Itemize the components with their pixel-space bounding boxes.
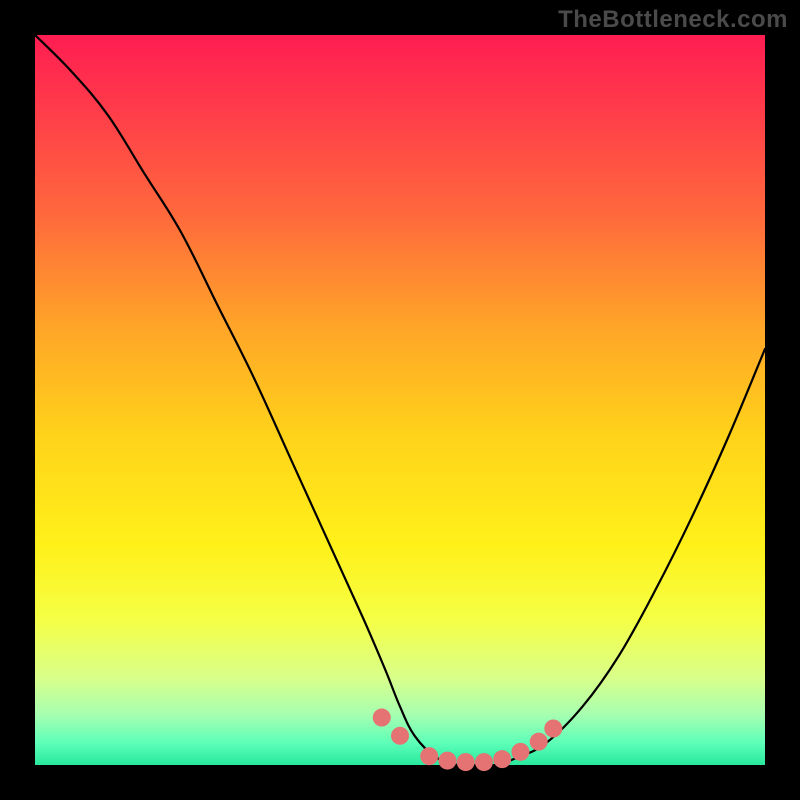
optimal-marker — [511, 743, 529, 761]
optimal-marker — [475, 753, 493, 771]
optimal-marker — [457, 753, 475, 771]
optimal-marker — [530, 733, 548, 751]
optimal-marker — [391, 727, 409, 745]
chart-stage: TheBottleneck.com — [0, 0, 800, 800]
bottleneck-chart — [0, 0, 800, 800]
optimal-marker — [420, 747, 438, 765]
plot-area-bg — [35, 35, 765, 765]
watermark-text: TheBottleneck.com — [558, 6, 788, 34]
optimal-marker — [438, 752, 456, 770]
optimal-marker — [493, 750, 511, 768]
optimal-marker — [544, 720, 562, 738]
optimal-marker — [373, 709, 391, 727]
